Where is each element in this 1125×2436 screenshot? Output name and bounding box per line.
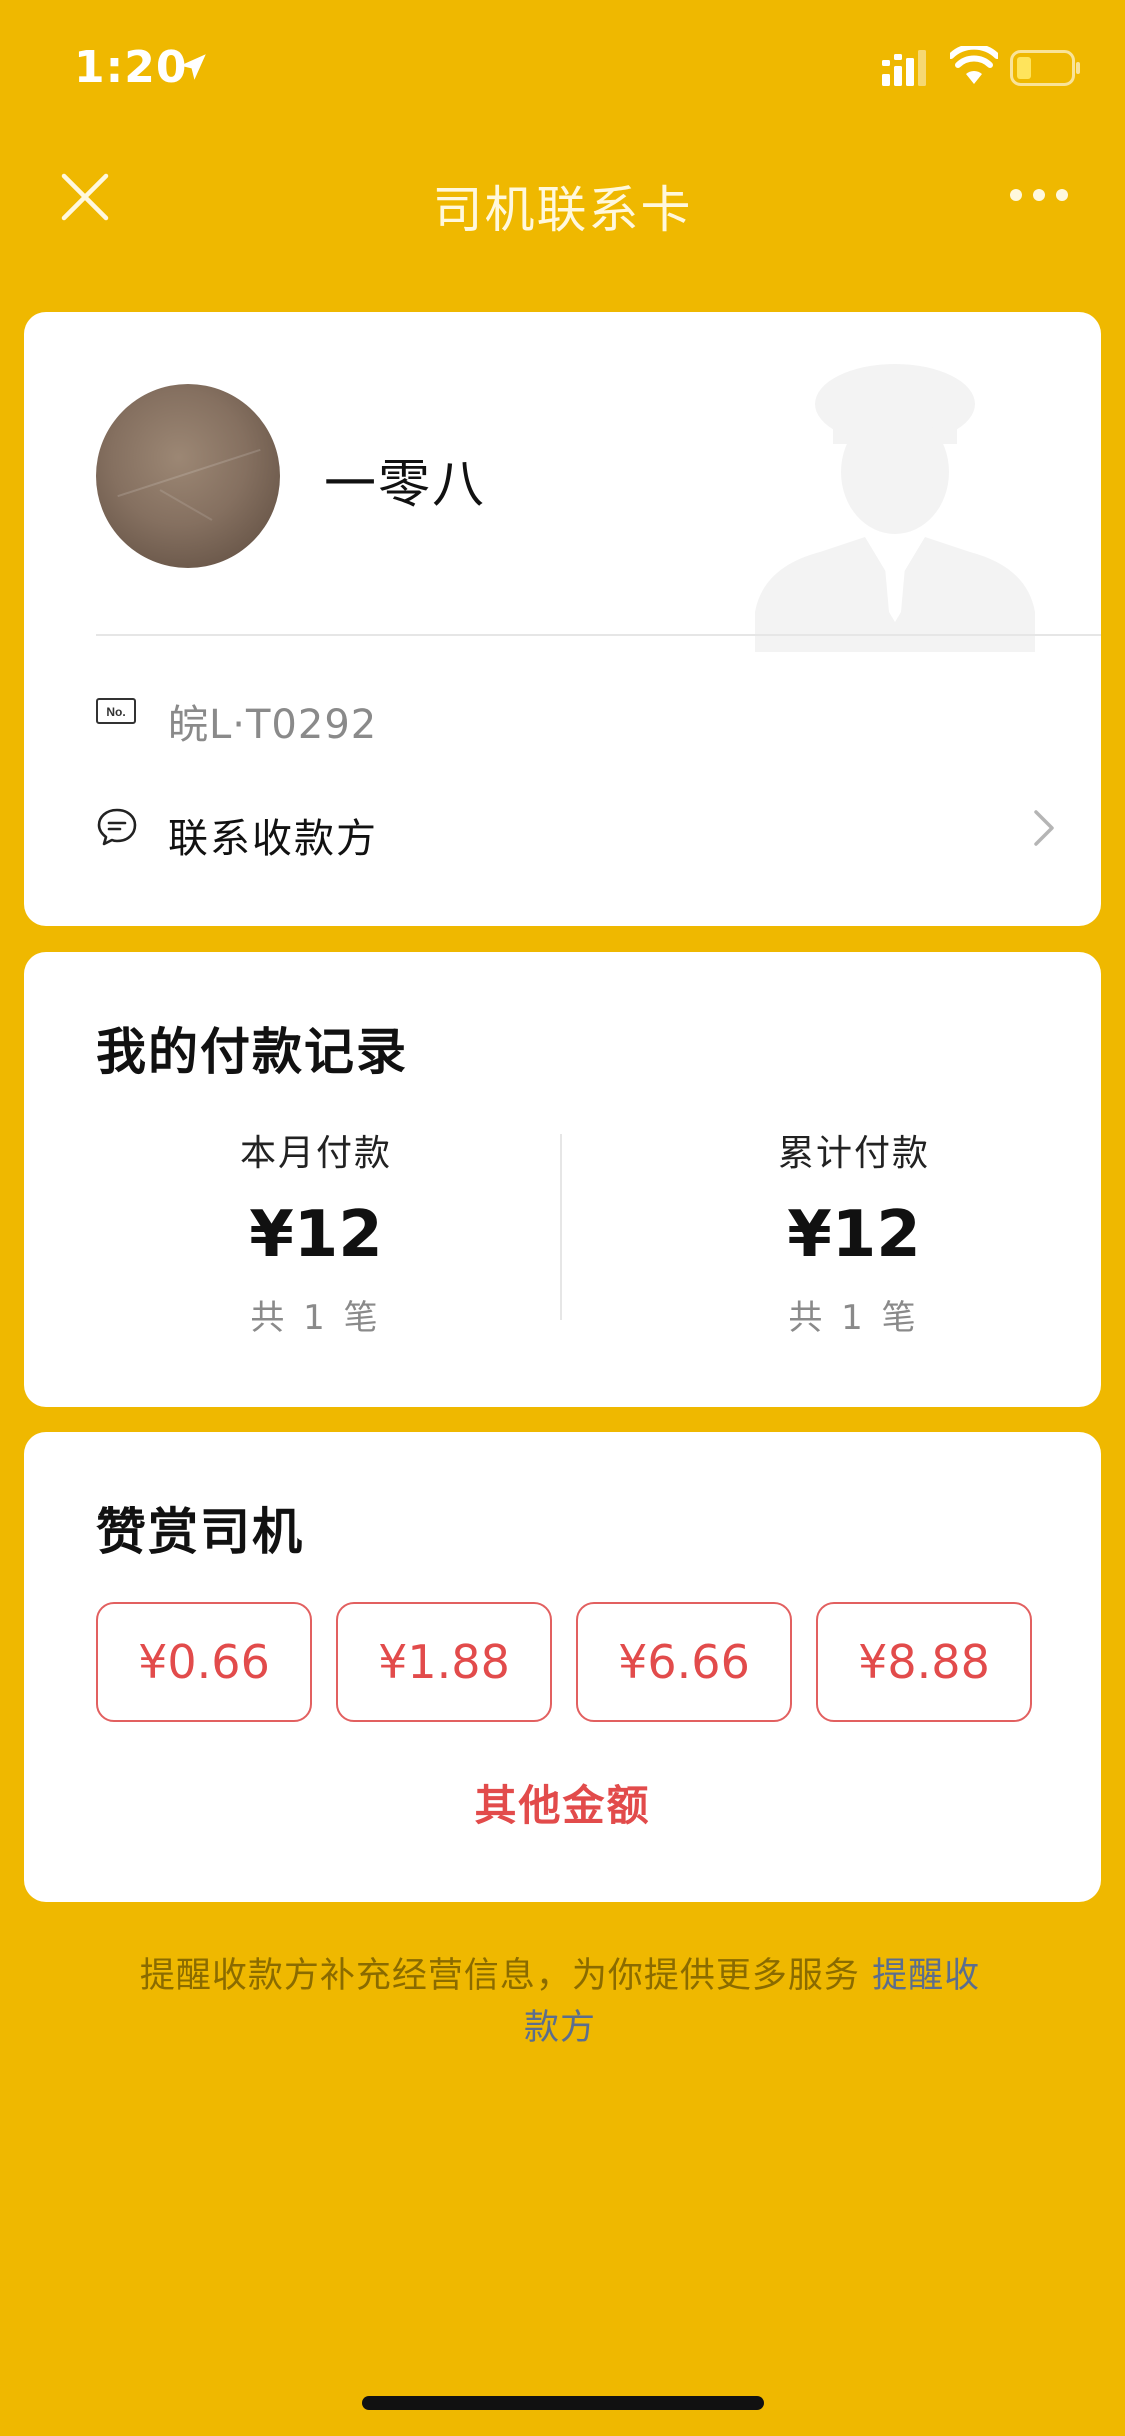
license-plate-icon: No. bbox=[96, 698, 136, 724]
driver-name: 一零八 bbox=[324, 455, 487, 515]
this-month-label: 本月付款 bbox=[239, 1133, 392, 1174]
tip-driver-card: 赞赏司机 ¥0.66 ¥1.88 ¥6.66 ¥8.88 其他金额 bbox=[24, 1432, 1101, 1902]
total-payment: 累计付款 ¥12 共 1 笔 bbox=[644, 1124, 1064, 1339]
license-plate-row: No. 皖L·T0292 bbox=[96, 684, 996, 748]
contact-payee-label: 联系收款方 bbox=[168, 816, 378, 862]
more-options-icon[interactable] bbox=[1009, 182, 1069, 208]
battery-icon bbox=[1010, 50, 1080, 86]
license-plate-text: 皖L·T0292 bbox=[168, 702, 378, 748]
driver-card: 一零八 No. 皖L·T0292 联系收款方 bbox=[24, 312, 1101, 926]
divider bbox=[560, 1134, 562, 1320]
total-label: 累计付款 bbox=[777, 1133, 930, 1174]
status-time: 1:20 bbox=[74, 42, 188, 93]
contact-payee-row[interactable]: 联系收款方 bbox=[96, 792, 1056, 862]
page-title: 司机联系卡 bbox=[432, 181, 693, 239]
tip-option-button[interactable]: ¥0.66 bbox=[96, 1602, 312, 1722]
avatar bbox=[96, 384, 280, 568]
tip-option-button[interactable]: ¥6.66 bbox=[576, 1602, 792, 1722]
tip-driver-title: 赞赏司机 bbox=[96, 1503, 304, 1561]
total-amount: ¥12 bbox=[787, 1198, 921, 1272]
tip-options: ¥0.66 ¥1.88 ¥6.66 ¥8.88 bbox=[96, 1602, 1032, 1722]
home-indicator[interactable] bbox=[362, 2396, 764, 2410]
nav-bar: 司机联系卡 bbox=[0, 140, 1125, 250]
chat-bubble-icon bbox=[97, 808, 137, 846]
payment-records-title: 我的付款记录 bbox=[96, 1023, 408, 1081]
tip-option-button[interactable]: ¥8.88 bbox=[816, 1602, 1032, 1722]
footer-note: 提醒收款方补充经营信息，为你提供更多服务 提醒收款方 bbox=[130, 1950, 990, 2054]
this-month-count: 共 1 笔 bbox=[250, 1298, 382, 1338]
footer-text: 提醒收款方补充经营信息，为你提供更多服务 bbox=[139, 1956, 873, 1996]
license-plate-icon-label: No. bbox=[106, 705, 125, 719]
driver-silhouette-icon bbox=[755, 364, 1035, 652]
wifi-icon bbox=[950, 46, 998, 84]
location-arrow-icon bbox=[180, 54, 206, 80]
total-count: 共 1 笔 bbox=[788, 1298, 920, 1338]
status-bar: 1:20 bbox=[0, 0, 1125, 135]
chevron-right-icon bbox=[1034, 810, 1054, 846]
this-month-payment: 本月付款 ¥12 共 1 笔 bbox=[106, 1124, 526, 1339]
tip-option-button[interactable]: ¥1.88 bbox=[336, 1602, 552, 1722]
divider bbox=[96, 634, 1101, 636]
cellular-signal-icon bbox=[882, 50, 926, 86]
screen: 1:20 司机联系卡 一零八 No. 皖L·T0292 联系收款方 我的付款记录… bbox=[0, 0, 1125, 2436]
other-amount-button[interactable]: 其他金额 bbox=[24, 1772, 1101, 1833]
this-month-amount: ¥12 bbox=[249, 1198, 383, 1272]
payment-records-card: 我的付款记录 本月付款 ¥12 共 1 笔 累计付款 ¥12 共 1 笔 bbox=[24, 952, 1101, 1407]
